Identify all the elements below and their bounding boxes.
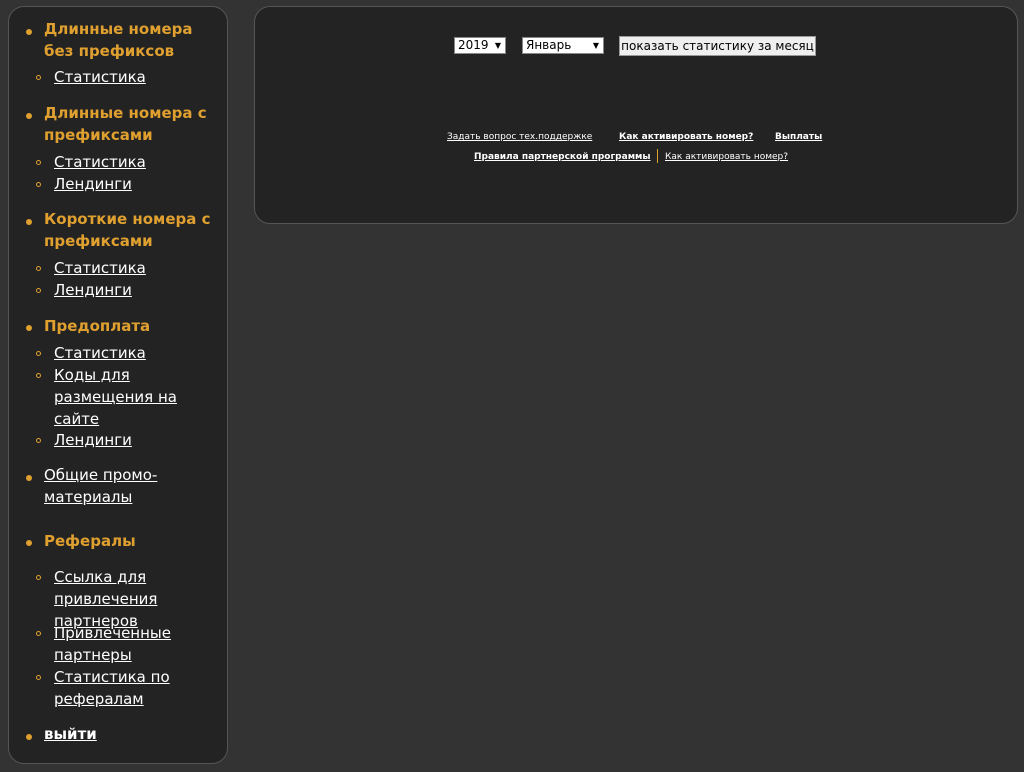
section-bullet [26,734,32,740]
section-title-long-prefix: Длинные номера с префиксами [44,102,214,146]
section-title-prepaid: Предоплата [44,315,214,337]
list-circle-icon [36,160,41,165]
list-circle-icon [36,266,41,271]
list-circle-icon [36,438,41,443]
month-select-value: Январь [526,38,572,52]
section-title-short-prefix: Короткие номера с префиксами [44,208,214,252]
link-line: размещения на [54,388,177,406]
sidebar-nav: Длинные номера без префиксов Статистика … [8,6,228,764]
link-partner-rules[interactable]: Правила партнерской программы [474,151,651,163]
link-prepaid-landings[interactable]: Лендинги [54,429,214,451]
link-divider [657,149,658,163]
list-circle-icon [36,675,41,680]
link-short-prefix-landings[interactable]: Лендинги [54,279,214,301]
link-line: Статистика по [54,668,170,686]
section-title-line: Длинные номера [44,20,193,38]
link-support[interactable]: Задать вопрос тех.поддержке [447,131,592,143]
link-line: рефералам [54,690,144,708]
section-bullet [26,29,32,35]
list-circle-icon [36,75,41,80]
show-stats-button[interactable]: показать статистику за месяц [619,36,816,56]
link-line: Коды для [54,366,130,384]
link-referral-stats[interactable]: Статистика по рефералам [54,666,214,710]
section-bullet [26,540,32,546]
link-prepaid-stats[interactable]: Статистика [54,342,214,364]
section-title-referrals: Рефералы [44,530,214,552]
section-title-line: без префиксов [44,42,175,60]
link-line: партнеры [54,646,132,664]
section-title-line: префиксами [44,232,153,250]
section-title-line: префиксами [44,126,153,144]
link-line: привлечения [54,590,158,608]
section-bullet [26,475,32,481]
link-line: Привлеченные [54,624,171,642]
list-circle-icon [36,373,41,378]
section-bullet [26,113,32,119]
logout-link[interactable]: выйти [44,723,214,745]
section-title-line: Рефералы [44,532,136,550]
link-line: Общие промо- [44,466,158,484]
link-referred-partners[interactable]: Привлеченные партнеры [54,622,214,666]
link-line: материалы [44,488,133,506]
section-title-line: Длинные номера с [44,104,207,122]
list-circle-icon [36,182,41,187]
dropdown-arrow-icon: ▼ [592,41,599,50]
link-long-prefix-landings[interactable]: Лендинги [54,173,214,195]
list-circle-icon [36,631,41,636]
year-select[interactable]: 2019 ▼ [454,37,506,54]
dropdown-arrow-icon: ▼ [494,41,501,50]
link-short-prefix-stats[interactable]: Статистика [54,257,214,279]
section-bullet [26,325,32,331]
list-circle-icon [36,288,41,293]
link-promo-materials[interactable]: Общие промо- материалы [44,464,214,508]
section-title-line: Предоплата [44,317,151,335]
main-panel: 2019 ▼ Январь ▼ показать статистику за м… [254,6,1018,224]
link-how-activate[interactable]: Как активировать номер? [619,131,753,143]
list-circle-icon [36,351,41,356]
section-title-long-no-prefix: Длинные номера без префиксов [44,18,214,62]
month-select[interactable]: Январь ▼ [522,37,604,54]
link-line: сайте [54,410,100,428]
link-long-no-prefix-stats[interactable]: Статистика [54,66,214,88]
link-line: Ссылка для [54,568,147,586]
link-payouts[interactable]: Выплаты [775,131,822,143]
section-bullet [26,219,32,225]
year-select-value: 2019 [458,38,489,52]
link-prepaid-codes[interactable]: Коды для размещения на сайте [54,364,214,430]
link-how-activate-2[interactable]: Как активировать номер? [665,151,788,163]
section-title-line: Короткие номера с [44,210,211,228]
link-long-prefix-stats[interactable]: Статистика [54,151,214,173]
list-circle-icon [36,575,41,580]
